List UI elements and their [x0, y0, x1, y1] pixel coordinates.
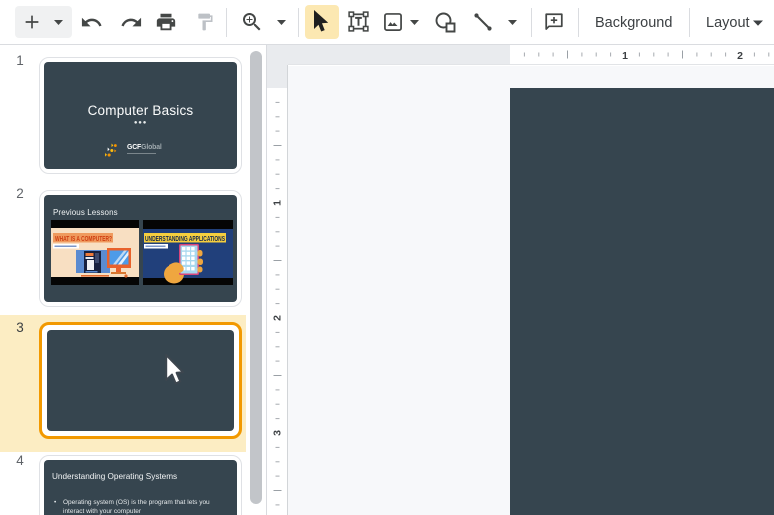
svg-text:1: 1 [622, 50, 628, 62]
svg-text:3: 3 [272, 430, 284, 436]
svg-text:2: 2 [737, 50, 743, 62]
svg-text:WHAT IS A COMPUTER?: WHAT IS A COMPUTER? [55, 234, 112, 243]
svg-text:2: 2 [272, 315, 284, 321]
svg-text:1: 1 [272, 200, 284, 206]
svg-text:UNDERSTANDING APPLICATIONS: UNDERSTANDING APPLICATIONS [145, 234, 225, 243]
